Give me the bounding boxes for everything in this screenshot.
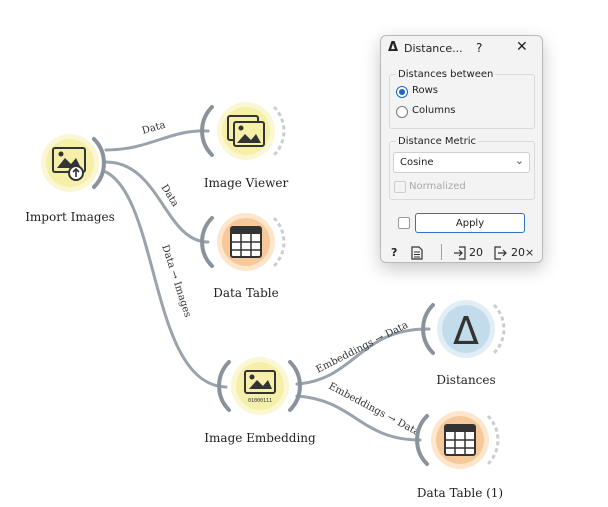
auto-apply-checkbox[interactable] bbox=[398, 217, 410, 229]
selected-metric: Cosine bbox=[400, 157, 434, 168]
table-icon bbox=[230, 226, 262, 258]
radio-columns[interactable]: Columns bbox=[396, 105, 516, 120]
help-icon[interactable]: ? bbox=[391, 246, 397, 259]
link-import-to-embedding[interactable] bbox=[104, 170, 228, 389]
link-import-to-datatable[interactable] bbox=[104, 160, 210, 244]
node-label: Image Embedding bbox=[204, 431, 316, 445]
delta-icon: Δ bbox=[388, 40, 399, 55]
group-legend: Distance Metric bbox=[398, 136, 476, 147]
group-legend: Distances between bbox=[398, 69, 494, 80]
link-label: Data bbox=[141, 120, 167, 137]
node-image-embedding[interactable]: 01000111 bbox=[217, 357, 302, 415]
output-icon bbox=[494, 246, 507, 260]
input-count: 20 bbox=[469, 246, 483, 259]
node-import-images[interactable] bbox=[41, 134, 106, 192]
distance-metric-select[interactable]: Cosine ⌄ bbox=[393, 152, 530, 173]
dialog-titlebar[interactable]: Δ Distance... ? ✕ bbox=[381, 36, 542, 61]
radio-label: Rows bbox=[412, 85, 439, 96]
input-icon bbox=[454, 246, 466, 260]
radio-label: Columns bbox=[412, 105, 456, 116]
link-label: Embeddings → Data bbox=[314, 320, 410, 376]
node-label: Data Table bbox=[213, 286, 278, 300]
radio-rows[interactable]: Rows bbox=[396, 85, 516, 100]
dialog-title: Distance... bbox=[404, 42, 463, 55]
link-embedding-to-distances[interactable] bbox=[295, 327, 431, 386]
node-distances[interactable]: Δ bbox=[421, 300, 506, 358]
radio-indicator[interactable] bbox=[396, 106, 408, 118]
link-import-to-viewer[interactable] bbox=[104, 129, 210, 152]
node-image-viewer[interactable] bbox=[200, 102, 286, 160]
distances-between-group: Distances between Rows Columns bbox=[389, 69, 535, 129]
node-label: Import Images bbox=[25, 210, 115, 224]
node-data-table[interactable] bbox=[200, 213, 286, 271]
normalized-label: Normalized bbox=[409, 181, 466, 192]
help-button[interactable]: ? bbox=[476, 41, 482, 55]
node-label: Image Viewer bbox=[204, 176, 289, 190]
report-icon[interactable] bbox=[411, 246, 423, 260]
icon-caption: 01000111 bbox=[248, 398, 272, 404]
table-icon bbox=[444, 424, 476, 456]
chevron-down-icon: ⌄ bbox=[514, 154, 524, 167]
distance-dialog[interactable]: Δ Distance... ? ✕ Distances between Rows… bbox=[380, 35, 543, 263]
normalized-checkbox bbox=[394, 181, 406, 193]
delta-icon: Δ bbox=[453, 309, 479, 353]
node-label: Distances bbox=[436, 373, 495, 387]
node-label: Data Table (1) bbox=[417, 486, 503, 500]
close-icon[interactable]: ✕ bbox=[516, 39, 528, 55]
radio-indicator[interactable] bbox=[396, 86, 408, 98]
output-count: 20× bbox=[511, 246, 535, 259]
status-separator bbox=[441, 244, 442, 260]
node-data-table-1[interactable] bbox=[415, 411, 500, 469]
apply-button[interactable]: Apply bbox=[415, 213, 525, 233]
